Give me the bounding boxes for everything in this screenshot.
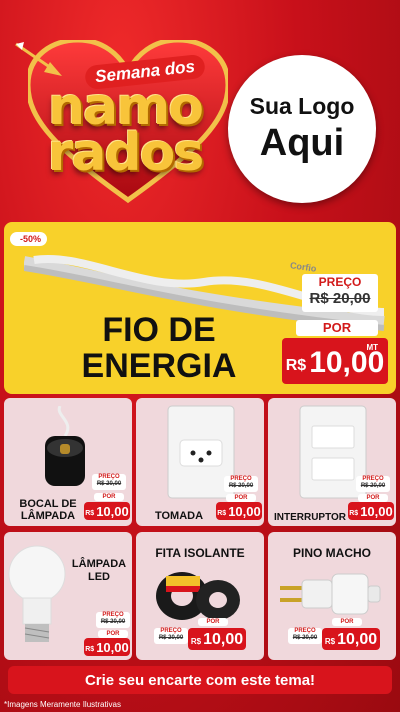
flyer: Semana dos namo rados Sua Logo Aqui -50%… bbox=[0, 0, 400, 712]
product-name: TOMADA bbox=[154, 510, 204, 522]
currency: R$ bbox=[349, 510, 359, 517]
currency: R$ bbox=[324, 637, 336, 646]
price: 10,00 bbox=[228, 504, 261, 519]
featured-currency: R$ bbox=[285, 357, 307, 374]
old-price: R$ 20,00 bbox=[228, 483, 254, 489]
por-label: POR bbox=[340, 619, 354, 625]
currency: R$ bbox=[85, 646, 95, 653]
logo-line1: Sua Logo bbox=[249, 93, 355, 119]
por-box: POR bbox=[226, 494, 256, 502]
por-box: POR bbox=[198, 618, 228, 626]
price: 10,00 bbox=[337, 631, 378, 648]
logo-placeholder: Sua Logo Aqui bbox=[228, 55, 376, 203]
featured-product-card[interactable]: -50% Corfio FIO DE ENERGIA PREÇO R$ 20,0… bbox=[4, 222, 396, 394]
currency: R$ bbox=[190, 637, 202, 646]
por-label: POR bbox=[106, 631, 120, 637]
preco-box: PREÇO R$ 20,00 bbox=[356, 476, 390, 492]
preco-box: PREÇO R$ 20,00 bbox=[92, 474, 126, 490]
preco-box: PREÇO R$ 20,00 bbox=[224, 476, 258, 492]
lamp-socket-image bbox=[45, 406, 85, 486]
preco-label: PREÇO bbox=[102, 612, 124, 618]
price-tag: R$ 10,00 bbox=[84, 502, 130, 520]
header: Semana dos namo rados Sua Logo Aqui bbox=[0, 0, 400, 220]
price-tag: R$ 10,00 bbox=[188, 628, 246, 650]
product-name: FITA ISOLANTE bbox=[155, 546, 245, 560]
por-label: POR bbox=[366, 495, 380, 501]
price-tag: R$ 10,00 bbox=[322, 628, 380, 650]
featured-unit: MT bbox=[366, 343, 378, 352]
featured-title: FIO DE ENERGIA bbox=[81, 311, 237, 385]
por-label: POR bbox=[102, 494, 116, 500]
price: 10,00 bbox=[96, 640, 129, 655]
por-box: POR bbox=[94, 493, 124, 501]
preco-label: PREÇO bbox=[98, 474, 120, 480]
product-card-fita[interactable]: FITA ISOLANTE PREÇO R$ 20,00 POR R$ 10,0… bbox=[136, 532, 264, 660]
plug-image bbox=[280, 573, 381, 615]
price: 10,00 bbox=[96, 504, 129, 519]
old-price: R$ 20,00 bbox=[100, 619, 126, 625]
por-label: POR bbox=[206, 619, 220, 625]
preco-label: PREÇO bbox=[294, 628, 316, 634]
currency: R$ bbox=[85, 510, 95, 517]
product-card-lampada[interactable]: LÂMPADA LED PREÇO R$ 20,00 POR R$ 10,00 bbox=[4, 532, 132, 660]
product-name: PINO MACHO bbox=[293, 546, 371, 560]
led-bulb-image bbox=[8, 545, 66, 642]
featured-price-tag: R$ 10,00 MT bbox=[282, 338, 388, 384]
product-name: BOCAL DE LÂMPADA bbox=[19, 498, 77, 522]
price-tag: R$ 10,00 bbox=[348, 502, 394, 520]
preco-label: PREÇO bbox=[160, 628, 182, 634]
old-price: R$ 20,00 bbox=[360, 483, 386, 489]
preco-box: PREÇO R$ 20,00 bbox=[288, 628, 322, 644]
footnote: *Imagens Meramente Ilustrativas bbox=[4, 700, 121, 709]
product-card-interruptor[interactable]: INTERRUPTOR PREÇO R$ 20,00 POR R$ 10,00 bbox=[268, 398, 396, 526]
featured-old-price: R$ 20,00 bbox=[309, 290, 371, 307]
old-price: R$ 20,00 bbox=[292, 635, 318, 641]
price-tag: R$ 10,00 bbox=[84, 638, 130, 656]
old-price: R$ 20,00 bbox=[96, 481, 122, 487]
price-tag: R$ 10,00 bbox=[216, 502, 262, 520]
por-label: POR bbox=[234, 495, 248, 501]
price: 10,00 bbox=[203, 631, 244, 648]
preco-label: PREÇO bbox=[230, 476, 252, 482]
campaign-big-line2: rados bbox=[47, 123, 205, 183]
featured-preco-label: PREÇO bbox=[318, 275, 362, 289]
create-flyer-button[interactable]: Crie seu encarte com este tema! bbox=[8, 666, 392, 694]
preco-box: PREÇO R$ 20,00 bbox=[96, 612, 130, 628]
old-price: R$ 20,00 bbox=[158, 635, 184, 641]
logo-line2: Aqui bbox=[259, 122, 345, 164]
price: 10,00 bbox=[360, 504, 393, 519]
product-card-bocal[interactable]: BOCAL DE LÂMPADA PREÇO R$ 20,00 POR R$ 1… bbox=[4, 398, 132, 526]
por-box: POR bbox=[358, 494, 388, 502]
product-name: LÂMPADA LED bbox=[71, 558, 127, 583]
featured-preco-box: PREÇO R$ 20,00 bbox=[302, 274, 378, 312]
por-box: POR bbox=[332, 618, 362, 626]
featured-por-box: POR bbox=[296, 320, 378, 336]
featured-price: 10,00 bbox=[309, 346, 385, 379]
por-box: POR bbox=[98, 630, 128, 638]
preco-label: PREÇO bbox=[362, 476, 384, 482]
campaign-title: Semana dos namo rados bbox=[20, 53, 230, 200]
currency: R$ bbox=[217, 510, 227, 517]
insulating-tape-image bbox=[156, 572, 240, 620]
featured-por-label: POR bbox=[322, 320, 352, 335]
product-card-tomada[interactable]: TOMADA PREÇO R$ 20,00 POR R$ 10,00 bbox=[136, 398, 264, 526]
preco-box: PREÇO R$ 20,00 bbox=[154, 628, 188, 644]
product-card-pino[interactable]: PINO MACHO PREÇO R$ 20,00 POR R$ 10,00 bbox=[268, 532, 396, 660]
product-name: INTERRUPTOR bbox=[273, 512, 347, 523]
